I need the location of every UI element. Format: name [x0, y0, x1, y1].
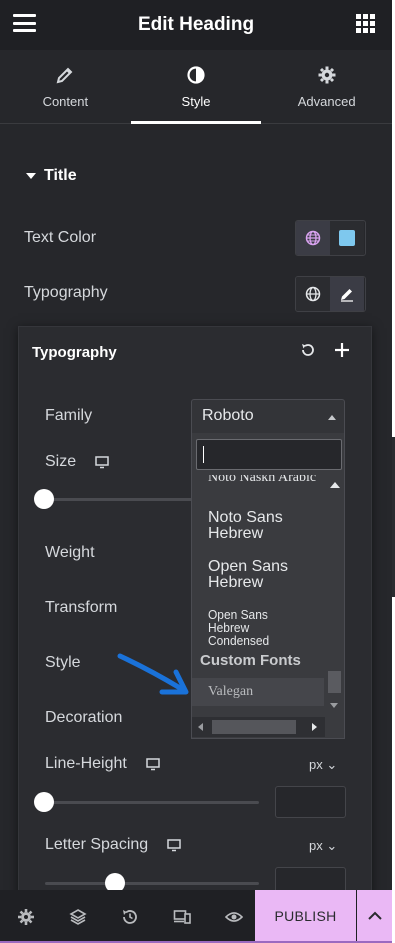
tab-style-label: Style	[181, 93, 211, 109]
line-height-label-text: Line-Height	[45, 755, 127, 772]
desktop-icon[interactable]	[145, 756, 161, 772]
font-option-selected[interactable]: Valegan	[192, 678, 324, 706]
publish-button[interactable]: PUBLISH	[255, 890, 356, 941]
transform-label-text: Transform	[45, 599, 118, 616]
dropdown-vertical-scrollbar[interactable]	[325, 475, 344, 715]
color-picker-button[interactable]	[330, 221, 364, 255]
font-option[interactable]: Open Sans Hebrew	[208, 559, 308, 591]
tab-style[interactable]: Style	[130, 50, 262, 124]
desktop-icon[interactable]	[94, 454, 110, 470]
tab-content[interactable]: Content	[0, 50, 131, 123]
letter-spacing-unit: px	[309, 838, 323, 853]
size-label: Size	[45, 453, 110, 471]
letter-spacing-label-text: Letter Spacing	[45, 836, 149, 853]
typography-label: Typography	[24, 284, 108, 301]
font-option[interactable]: Noto Naskh Arabic	[208, 475, 316, 485]
section-title-toggle[interactable]: Title	[26, 167, 77, 185]
globe-icon	[305, 286, 321, 302]
tab-advanced-label: Advanced	[297, 93, 356, 109]
apps-grid-icon[interactable]	[356, 14, 375, 33]
scrollbar-thumb[interactable]	[328, 671, 341, 693]
dropdown-horizontal-scrollbar[interactable]	[192, 717, 325, 737]
font-option[interactable]: Open Sans Hebrew Condensed	[208, 608, 311, 647]
letter-spacing-unit-select[interactable]: px ⌄	[309, 838, 337, 854]
desktop-icon[interactable]	[166, 837, 182, 853]
settings-button[interactable]	[0, 890, 52, 943]
style-label-text: Style	[45, 654, 81, 671]
font-search-input[interactable]	[196, 439, 342, 470]
style-label: Style	[45, 654, 81, 672]
letter-spacing-slider-track[interactable]	[45, 882, 259, 885]
eye-icon	[225, 911, 243, 922]
devices-icon	[173, 909, 191, 924]
history-icon	[123, 909, 137, 924]
contrast-icon	[187, 65, 205, 84]
edit-typography-button[interactable]	[330, 277, 364, 311]
top-bar: Edit Heading	[0, 0, 392, 50]
text-color-controls	[295, 220, 366, 256]
line-height-slider-handle[interactable]	[34, 792, 54, 812]
chevron-up-icon	[328, 415, 336, 420]
plus-icon[interactable]	[333, 341, 351, 359]
navigator-button[interactable]	[52, 890, 104, 943]
typography-controls	[295, 276, 366, 312]
line-height-label: Line-Height	[45, 755, 161, 773]
size-label-text: Size	[45, 453, 77, 470]
chevron-up-icon	[367, 911, 382, 920]
panel-tabs: Content Style Advanced	[0, 50, 392, 124]
typography-popover: Typography Family Size Weight Transform …	[18, 326, 372, 906]
family-label: Family	[45, 407, 92, 425]
annotation-arrow-icon	[117, 653, 189, 695]
family-label-text: Family	[45, 407, 93, 424]
text-cursor	[203, 446, 204, 463]
font-option[interactable]: Noto Sans Hebrew	[208, 510, 308, 542]
font-options-list: Noto Naskh Arabic Noto Sans Hebrew Open …	[192, 475, 324, 715]
line-height-unit: px	[309, 757, 323, 772]
publish-options-button[interactable]	[357, 890, 392, 941]
pencil-icon	[341, 289, 353, 302]
preview-button[interactable]	[208, 890, 260, 943]
size-slider-handle[interactable]	[34, 489, 54, 509]
hamburger-menu-icon[interactable]	[13, 14, 36, 32]
line-height-unit-select[interactable]: px ⌄	[309, 757, 337, 773]
scrollbar-thumb[interactable]	[212, 720, 296, 734]
line-height-input[interactable]	[275, 786, 346, 818]
weight-label-text: Weight	[45, 544, 95, 561]
scroll-up-icon[interactable]	[330, 482, 340, 488]
caret-down-icon	[26, 173, 36, 179]
scroll-left-icon[interactable]	[198, 723, 203, 731]
global-typography-button[interactable]	[296, 277, 330, 311]
bottom-toolbar: PUBLISH	[0, 890, 392, 943]
panel-title: Edit Heading	[137, 14, 255, 35]
font-group-label: Custom Fonts	[200, 652, 301, 669]
text-color-label: Text Color	[24, 229, 97, 246]
pencil-icon	[56, 67, 73, 83]
tab-content-label: Content	[42, 93, 89, 109]
layers-icon	[69, 908, 87, 925]
line-height-slider-track[interactable]	[45, 801, 259, 804]
font-family-select[interactable]: Roboto	[191, 399, 345, 434]
history-button[interactable]	[104, 890, 156, 943]
font-family-dropdown: Noto Naskh Arabic Noto Sans Hebrew Open …	[191, 433, 345, 739]
decoration-label-text: Decoration	[45, 709, 123, 726]
gear-icon	[18, 908, 34, 925]
scroll-right-icon[interactable]	[312, 723, 317, 731]
global-colors-button[interactable]	[296, 221, 330, 255]
decoration-label: Decoration	[45, 709, 122, 727]
color-swatch	[339, 230, 355, 246]
responsive-mode-button[interactable]	[156, 890, 208, 943]
section-title-label: Title	[44, 167, 77, 184]
popover-title: Typography	[32, 344, 117, 361]
font-family-value: Roboto	[202, 407, 254, 424]
scroll-down-icon[interactable]	[330, 703, 338, 708]
globe-icon	[305, 230, 321, 246]
gear-icon	[318, 66, 336, 83]
transform-label: Transform	[45, 599, 117, 617]
reset-icon[interactable]	[299, 341, 317, 359]
letter-spacing-label: Letter Spacing	[45, 836, 182, 854]
weight-label: Weight	[45, 544, 95, 562]
tab-advanced[interactable]: Advanced	[261, 50, 392, 123]
